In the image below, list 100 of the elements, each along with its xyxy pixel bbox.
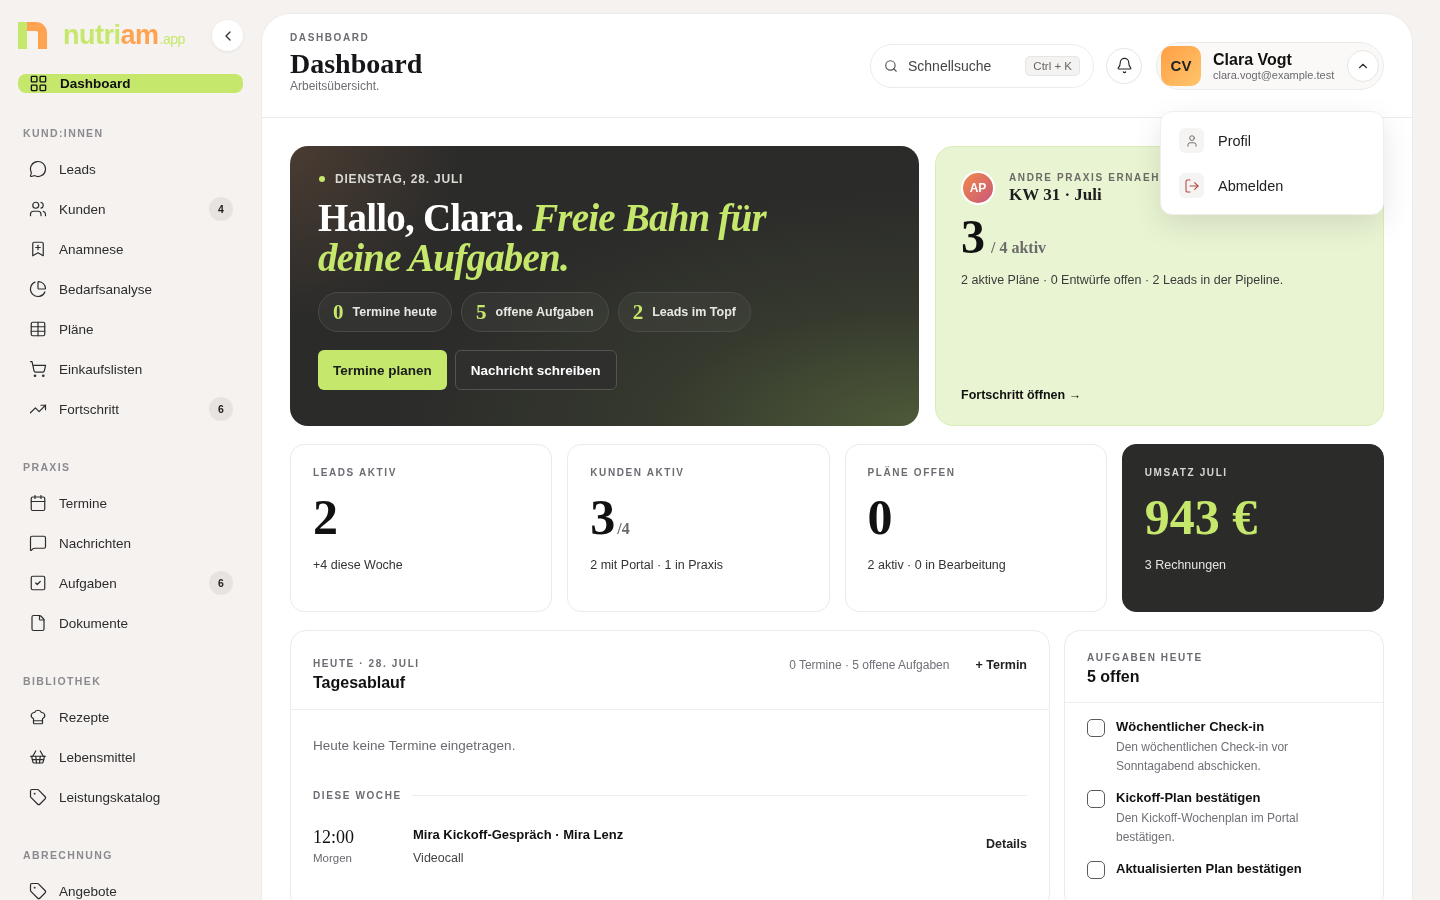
- practice-value: 3: [961, 213, 985, 261]
- calendar-icon: [29, 494, 47, 512]
- practice-avatar: AP: [961, 171, 995, 205]
- section-title: KUND:INNEN: [23, 127, 105, 139]
- secondary-button[interactable]: Nachricht schreiben: [454, 350, 617, 390]
- task-checkbox[interactable]: [1087, 861, 1105, 879]
- logo-wordmark: nutriam.app: [63, 20, 185, 51]
- chat-bubble-icon: [29, 534, 47, 552]
- event-title: Mira Kickoff-Gespräch · Mira Lenz: [413, 827, 625, 842]
- nav-item[interactable]: Pläne: [18, 311, 243, 347]
- nav-item[interactable]: Leistungskatalog: [18, 779, 243, 815]
- grid-icon: [29, 74, 48, 93]
- logout-icon: [1183, 177, 1200, 194]
- basket-icon: [29, 748, 47, 766]
- stat-note: 2 aktiv · 0 in Bearbeitung: [867, 558, 1007, 572]
- practice-eyebrow: ANDRE PRAXIS ERNAEH: [1009, 171, 1160, 183]
- nav-item[interactable]: Kunden 4: [18, 191, 243, 227]
- practice-value-suffix: / 4 aktiv: [991, 239, 1047, 257]
- stat-note: +4 diese Woche: [313, 558, 404, 572]
- user-avatar: CV: [1161, 45, 1201, 86]
- bell-icon: [1115, 57, 1133, 74]
- stat-value-suffix: /4: [617, 520, 630, 538]
- practice-title: KW 31 · Juli: [1009, 184, 1103, 205]
- count-badge: 6: [209, 571, 233, 595]
- section-title: PRAXIS: [23, 461, 72, 473]
- details-button[interactable]: Details: [986, 837, 1027, 851]
- event-type: Videocall: [413, 851, 465, 865]
- add-appointment-button[interactable]: + Termin: [975, 658, 1027, 672]
- search-icon: [884, 58, 898, 73]
- chef-hat-icon: [29, 708, 47, 726]
- nav-item[interactable]: Angebote: [18, 873, 243, 900]
- stat-label: PLÄNE OFFEN: [867, 467, 957, 478]
- stat-pill: 0 Termine heute: [318, 292, 452, 332]
- search-input[interactable]: Schnellsuche: [906, 56, 1018, 75]
- task-title: Kickoff-Plan bestätigen: [1116, 790, 1262, 805]
- week-label: DIESE WOCHE: [313, 790, 402, 801]
- nav-item[interactable]: Dashboard: [18, 74, 243, 93]
- card-title: Tagesablauf: [313, 674, 407, 692]
- task-description: Den Kickoff-Wochenplan im Portal bestätigen.: [1116, 810, 1300, 846]
- task-checkbox[interactable]: [1087, 719, 1105, 737]
- card-title: 5 offen: [1087, 668, 1141, 686]
- nav-item[interactable]: Leads: [18, 151, 243, 187]
- pie-chart-icon: [29, 280, 47, 298]
- bookmark-plus-icon: [29, 240, 47, 258]
- nav-item[interactable]: Lebensmittel: [18, 739, 243, 775]
- section-title: ABRECHNUNG: [23, 849, 114, 861]
- stat-pill: 2 Leads im Topf: [617, 292, 751, 332]
- table-icon: [29, 320, 47, 338]
- date-label: DIENSTAG, 28. JULI: [335, 172, 464, 186]
- empty-message: Heute keine Termine eingetragen.: [313, 738, 517, 753]
- stat-label: KUNDEN AKTIV: [590, 467, 686, 478]
- stat-note: 3 Rechnungen: [1144, 558, 1228, 572]
- menu-item[interactable]: Abmelden: [1161, 163, 1383, 208]
- progress-link[interactable]: Fortschritt öffnen →: [961, 388, 1082, 402]
- section-title: BIBLIOTHEK: [23, 675, 103, 687]
- event-day: Morgen: [313, 852, 413, 864]
- practice-summary: 2 aktive Pläne · 0 Entwürfe offen · 2 Leads in der Pipeline.: [961, 273, 1285, 287]
- chat-bubble-icon: [29, 160, 47, 178]
- card-eyebrow: AUFGABEN HEUTE: [1087, 652, 1203, 663]
- schedule-summary: 0 Termine · 5 offene Aufgaben: [789, 658, 950, 672]
- stat-label: LEADS AKTIV: [313, 467, 398, 478]
- nav-item[interactable]: Dokumente: [18, 605, 243, 641]
- file-icon: [29, 614, 47, 632]
- stat-value: 2: [313, 492, 338, 542]
- task-description: Den wöchentlichen Check-in vor Sonntagabend abschicken.: [1116, 739, 1290, 775]
- cart-icon: [29, 360, 47, 378]
- primary-button[interactable]: Termine planen: [318, 350, 447, 390]
- stat-note: 2 mit Portal · 1 in Praxis: [590, 558, 724, 572]
- users-icon: [29, 200, 47, 218]
- nav-item[interactable]: Termine: [18, 485, 243, 521]
- task-checkbox[interactable]: [1087, 790, 1105, 808]
- user-email: clara.vogt@example.test: [1213, 68, 1335, 81]
- user-name: Clara Vogt: [1213, 50, 1293, 69]
- nav-item[interactable]: Aufgaben 6: [18, 565, 243, 601]
- menu-toggle-button[interactable]: [1347, 49, 1379, 82]
- nav-item[interactable]: Rezepte: [18, 699, 243, 735]
- status-dot: [319, 176, 325, 182]
- nav-item[interactable]: Anamnese: [18, 231, 243, 267]
- nav-item[interactable]: Bedarfsanalyse: [18, 271, 243, 307]
- page-title: Dashboard: [290, 48, 424, 79]
- page-eyebrow: DASHBOARD: [290, 31, 371, 43]
- logo-icon: [18, 22, 47, 49]
- count-badge: 6: [209, 397, 233, 421]
- event-time: 12:00: [313, 827, 355, 848]
- user-chip[interactable]: CV Clara Vogt clara.vogt@example.test: [1156, 41, 1384, 90]
- user-icon: [1184, 133, 1199, 148]
- count-badge: 4: [209, 197, 233, 221]
- stat-value: 943 €: [1144, 492, 1258, 542]
- shortcut-hint: Ctrl + K: [1025, 55, 1080, 76]
- stat-label: UMSATZ JULI: [1144, 467, 1229, 478]
- task-title: Aktualisierten Plan bestätigen: [1116, 861, 1302, 876]
- checkbox-icon: [29, 574, 47, 592]
- menu-item[interactable]: Profil: [1161, 118, 1383, 163]
- card-eyebrow: HEUTE · 28. JULI: [313, 658, 421, 669]
- tag-icon: [29, 882, 47, 900]
- stat-pill: 5 offene Aufgaben: [461, 292, 609, 332]
- nav-item[interactable]: Nachrichten: [18, 525, 243, 561]
- nav-item[interactable]: Einkaufslisten: [18, 351, 243, 387]
- notifications-button[interactable]: [1106, 47, 1142, 84]
- nav-item[interactable]: Fortschritt 6: [18, 391, 243, 427]
